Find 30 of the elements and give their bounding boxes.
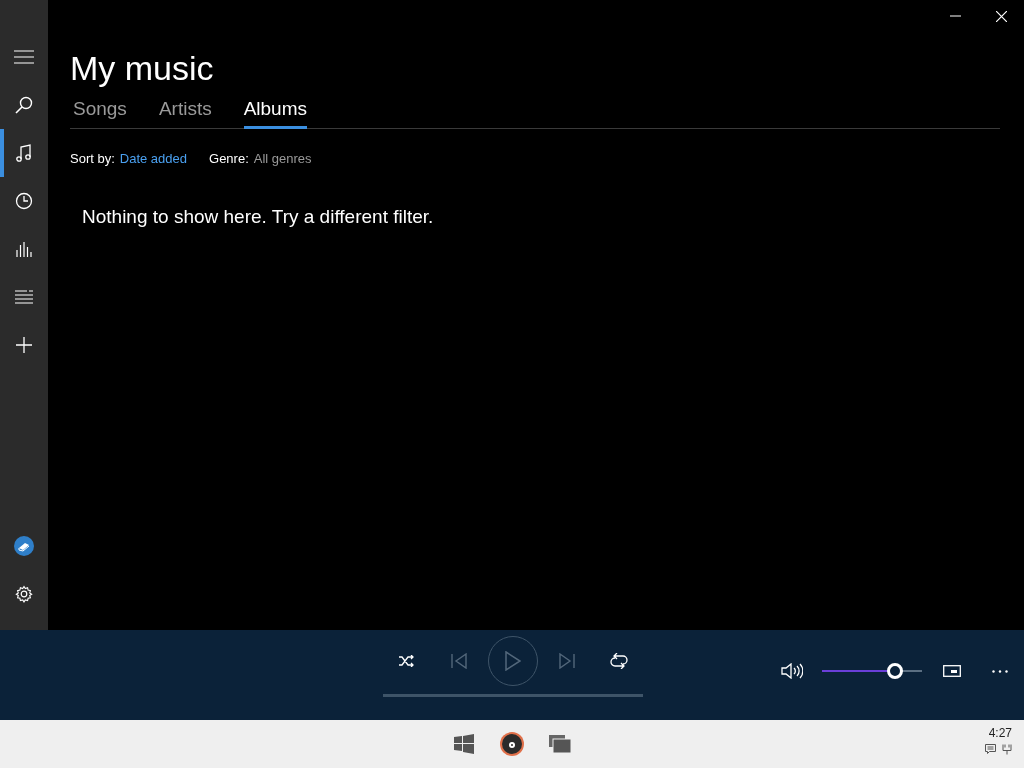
notification-icon[interactable] <box>985 744 996 755</box>
clock-time: 4:27 <box>988 726 1012 740</box>
more-icon <box>992 669 1008 673</box>
clock-icon <box>15 192 33 210</box>
filter-label: Genre: <box>209 151 249 166</box>
tab[interactable]: Songs <box>73 96 127 129</box>
mini-player-icon <box>943 665 961 677</box>
filter-dropdown[interactable]: All genres <box>253 151 312 166</box>
filter-dropdown[interactable]: Date added <box>119 151 188 166</box>
battery-plug-icon[interactable] <box>1002 744 1012 755</box>
tab[interactable]: Artists <box>158 96 212 129</box>
book-icon <box>14 536 34 556</box>
windows-logo-icon <box>454 734 474 754</box>
settings-icon <box>15 585 33 603</box>
close-icon <box>995 10 1007 22</box>
bar-chart-icon <box>16 241 32 257</box>
search-icon <box>15 96 33 114</box>
task-view-icon <box>549 735 571 753</box>
list-icon <box>15 290 33 304</box>
minimize-icon <box>949 15 961 17</box>
filter-label: Sort by: <box>70 151 115 166</box>
tab[interactable]: Albums <box>243 96 307 129</box>
empty-message: Nothing to show here. Try a different filter. <box>82 206 435 228</box>
music-disc-icon <box>500 732 524 756</box>
menu-icon <box>14 50 34 64</box>
music-note-icon <box>16 144 32 162</box>
plus-icon <box>16 337 32 353</box>
speaker-icon <box>781 663 803 679</box>
page-title: My music <box>70 48 215 89</box>
slider-thumb[interactable] <box>887 663 903 679</box>
